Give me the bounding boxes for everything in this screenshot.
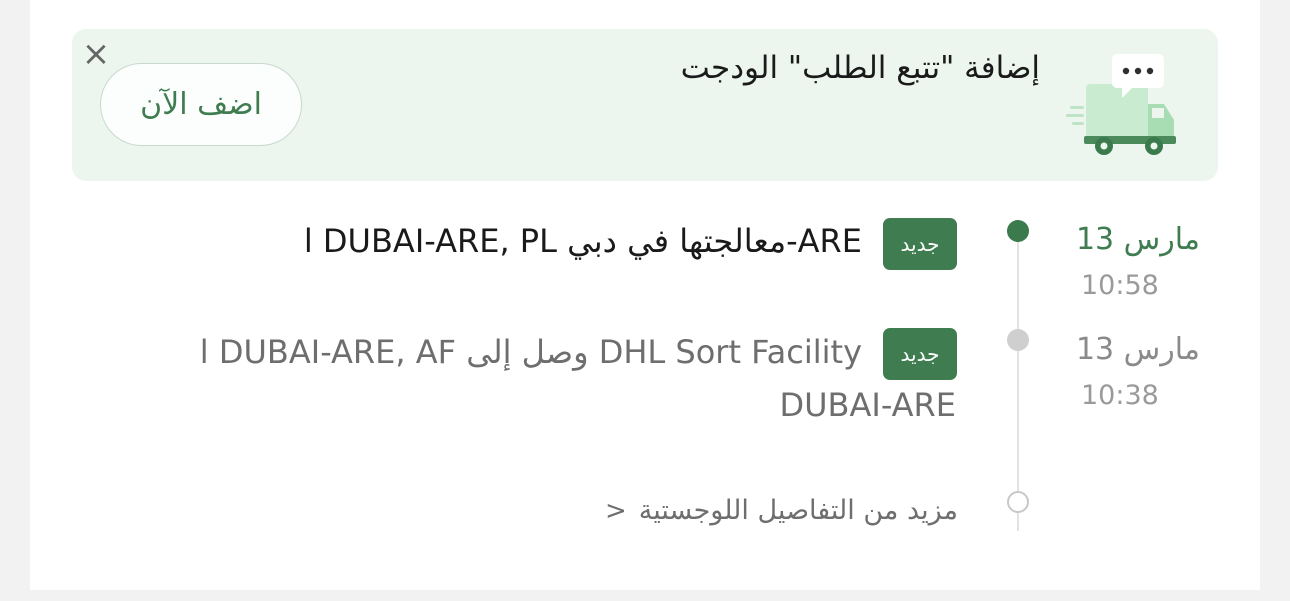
timeline-dot-more bbox=[1007, 491, 1029, 513]
event-description: DHL Sort Facility وصل إلى DUBAI-ARE, AF … bbox=[199, 333, 862, 371]
add-now-button[interactable]: اضف الآن bbox=[100, 63, 302, 146]
event-description: ARE-معالجتها في دبي DUBAI-ARE, PL ا bbox=[303, 222, 862, 260]
event-time: 10:38 bbox=[1081, 380, 1159, 411]
event-time: 10:58 bbox=[1081, 270, 1159, 301]
new-badge: جديد bbox=[883, 218, 957, 270]
more-logistics-details-link[interactable]: مزيد من التفاصيل اللوجستية < bbox=[605, 495, 958, 526]
more-details-label: مزيد من التفاصيل اللوجستية bbox=[638, 495, 958, 526]
event-date: مارس 13 bbox=[1075, 332, 1200, 367]
event-description-line2: DUBAI-ARE bbox=[779, 386, 956, 424]
banner-title: إضافة "تتبع الطلب" الودجت bbox=[680, 50, 1040, 86]
timeline-line bbox=[1017, 231, 1019, 531]
event-date: مارس 13 bbox=[1075, 222, 1200, 257]
new-badge: جديد bbox=[883, 328, 957, 380]
chevron-left-icon: < bbox=[604, 496, 627, 526]
delivery-truck-icon bbox=[1066, 54, 1176, 155]
close-icon[interactable]: × bbox=[80, 37, 112, 71]
timeline-dot-active bbox=[1007, 220, 1029, 242]
timeline-dot-past bbox=[1007, 329, 1029, 351]
